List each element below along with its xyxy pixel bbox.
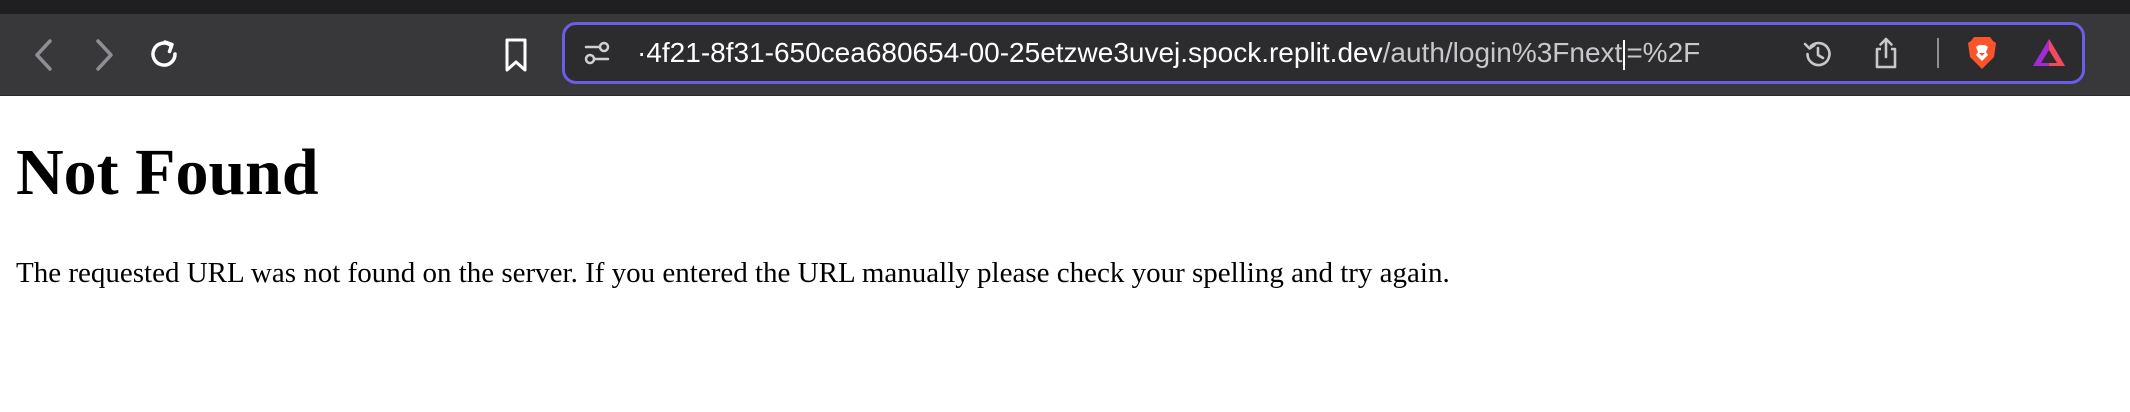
url-path: /auth/login%3Fnext [1382, 37, 1623, 68]
error-message: The requested URL was not found on the s… [16, 257, 1450, 289]
reload-button[interactable] [142, 32, 186, 76]
brave-shields-icon [1968, 37, 1996, 69]
history-icon [1803, 41, 1831, 67]
bookmark-button[interactable] [494, 32, 538, 78]
forward-icon [96, 39, 113, 71]
url-path-end: =%2F [1626, 37, 1701, 68]
back-button[interactable] [24, 34, 64, 76]
site-settings-icon [584, 41, 610, 65]
toolbar-separator [1937, 38, 1939, 68]
site-settings-button[interactable] [579, 35, 615, 71]
browser-toolbar: ·4f21-8f31-650cea680654-00-25etzwe3uvej.… [0, 14, 2130, 96]
share-button[interactable] [1867, 33, 1905, 73]
reload-icon [151, 40, 177, 67]
window-top-strip [0, 0, 2130, 14]
back-icon [35, 39, 52, 71]
brave-rewards-icon [2033, 39, 2065, 66]
bookmark-icon [505, 38, 527, 72]
history-button[interactable] [1799, 35, 1837, 73]
address-bar[interactable]: ·4f21-8f31-650cea680654-00-25etzwe3uvej.… [562, 22, 2085, 84]
url-host: ·4f21-8f31-650cea680654-00-25etzwe3uvej.… [637, 37, 1383, 68]
brave-rewards-button[interactable] [2029, 33, 2069, 73]
forward-button[interactable] [84, 34, 124, 76]
share-icon [1875, 37, 1897, 69]
brave-shields-button[interactable] [1962, 33, 2002, 73]
page-title: Not Found [16, 136, 319, 209]
url-text[interactable]: ·4f21-8f31-650cea680654-00-25etzwe3uvej.… [637, 25, 1787, 81]
